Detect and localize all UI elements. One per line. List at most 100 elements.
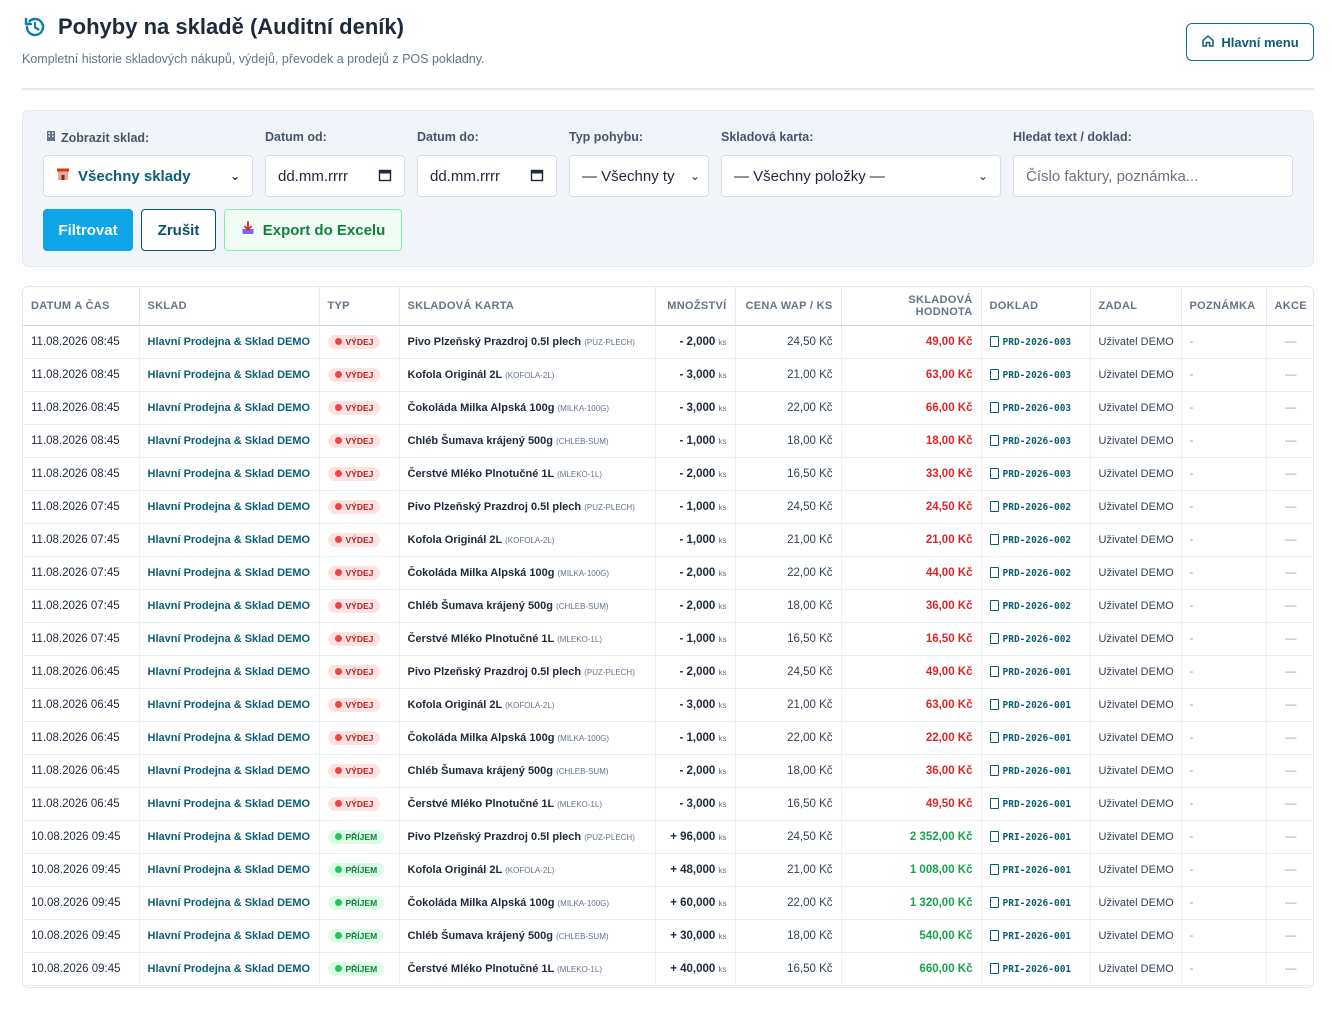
quantity-unit: ks <box>718 502 727 512</box>
item-name: Pivo Plzeňský Prazdroj 0.5l plech <box>407 830 582 843</box>
column-header-type[interactable]: TYP <box>319 287 400 326</box>
row-date: 11.08.2026 07:45 <box>23 556 140 590</box>
row-document-link[interactable]: PRD-2026-003 <box>981 424 1091 458</box>
filter-button[interactable]: Filtrovat <box>43 209 133 251</box>
calendar-icon[interactable] <box>378 168 392 185</box>
column-header-store[interactable]: SKLAD <box>139 287 320 326</box>
row-actions: — <box>1266 523 1313 557</box>
row-document-link[interactable]: PRD-2026-002 <box>981 523 1091 557</box>
row-document-link[interactable]: PRD-2026-002 <box>981 490 1091 524</box>
row-note: - <box>1181 325 1267 359</box>
row-document-link[interactable]: PRD-2026-002 <box>981 622 1091 656</box>
item-name: Čokoláda Milka Alpská 100g <box>407 896 555 909</box>
row-user: Uživatel DEMO <box>1090 457 1182 491</box>
row-store-link[interactable]: Hlavní Prodejna & Sklad DEMO <box>139 754 320 788</box>
row-document-link[interactable]: PRD-2026-003 <box>981 457 1091 491</box>
row-value: 66,00 Kč <box>841 391 982 425</box>
main-menu-button[interactable]: Hlavní menu <box>1186 23 1314 61</box>
quantity-unit: ks <box>718 469 727 479</box>
item-code: (CHLEB-SUM) <box>556 601 609 611</box>
row-store-link[interactable]: Hlavní Prodejna & Sklad DEMO <box>139 358 320 392</box>
row-document-link[interactable]: PRI-2026-001 <box>981 919 1091 953</box>
quantity-unit: ks <box>718 700 727 710</box>
calendar-icon[interactable] <box>530 168 544 185</box>
row-store-link[interactable]: Hlavní Prodejna & Sklad DEMO <box>139 886 320 920</box>
date-from-input[interactable]: dd.mm.rrrr <box>265 155 405 197</box>
table-row: 11.08.2026 08:45 Hlavní Prodejna & Sklad … <box>23 391 1313 425</box>
date-to-input[interactable]: dd.mm.rrrr <box>417 155 557 197</box>
row-document-link[interactable]: PRD-2026-001 <box>981 787 1091 821</box>
row-store-link[interactable]: Hlavní Prodejna & Sklad DEMO <box>139 556 320 590</box>
row-document-link[interactable]: PRD-2026-002 <box>981 556 1091 590</box>
column-header-quantity[interactable]: MNOŽSTVÍ <box>655 287 736 326</box>
row-document-link[interactable]: PRD-2026-003 <box>981 358 1091 392</box>
row-store-link[interactable]: Hlavní Prodejna & Sklad DEMO <box>139 952 320 986</box>
row-document-link[interactable]: PRD-2026-003 <box>981 325 1091 359</box>
row-note: - <box>1181 556 1267 590</box>
row-store-link[interactable]: Hlavní Prodejna & Sklad DEMO <box>139 325 320 359</box>
row-store-link[interactable]: Hlavní Prodejna & Sklad DEMO <box>139 523 320 557</box>
row-store-link[interactable]: Hlavní Prodejna & Sklad DEMO <box>139 721 320 755</box>
row-actions: — <box>1266 655 1313 689</box>
row-user: Uživatel DEMO <box>1090 655 1182 689</box>
row-quantity: - 3,000 ks <box>655 391 736 425</box>
row-store-link[interactable]: Hlavní Prodejna & Sklad DEMO <box>139 622 320 656</box>
row-document-link[interactable]: PRD-2026-003 <box>981 391 1091 425</box>
row-document-link[interactable]: PRD-2026-001 <box>981 721 1091 755</box>
column-header-date[interactable]: DATUM A ČAS <box>23 287 140 326</box>
search-input[interactable]: Číslo faktury, poznámka... <box>1013 155 1293 197</box>
row-date: 11.08.2026 07:45 <box>23 490 140 524</box>
row-document-link[interactable]: PRI-2026-001 <box>981 853 1091 887</box>
table-row: 10.08.2026 09:45 Hlavní Prodejna & Sklad … <box>23 853 1313 887</box>
row-store-link[interactable]: Hlavní Prodejna & Sklad DEMO <box>139 457 320 491</box>
quantity-unit: ks <box>718 568 727 578</box>
column-header-actions: AKCE <box>1266 287 1313 326</box>
item-code: (PUZ-PLECH) <box>584 337 635 347</box>
row-item: Čerstvé Mléko Plnotučné 1L (MLEKO-1L) <box>399 622 656 656</box>
row-document-link[interactable]: PRD-2026-001 <box>981 688 1091 722</box>
row-quantity: - 2,000 ks <box>655 754 736 788</box>
column-header-value[interactable]: SKLADOVÁ HODNOTA <box>841 287 982 326</box>
cancel-button[interactable]: Zrušit <box>141 209 216 251</box>
row-user: Uživatel DEMO <box>1090 952 1182 986</box>
row-quantity: - 1,000 ks <box>655 523 736 557</box>
row-document-link[interactable]: PRI-2026-001 <box>981 820 1091 854</box>
row-quantity: - 2,000 ks <box>655 589 736 623</box>
column-header-document[interactable]: DOKLAD <box>981 287 1091 326</box>
column-header-note[interactable]: POZNÁMKA <box>1181 287 1267 326</box>
quantity-unit: ks <box>718 667 727 677</box>
row-store-link[interactable]: Hlavní Prodejna & Sklad DEMO <box>139 655 320 689</box>
quantity-unit: ks <box>718 832 727 842</box>
row-store-link[interactable]: Hlavní Prodejna & Sklad DEMO <box>139 490 320 524</box>
row-store-link[interactable]: Hlavní Prodejna & Sklad DEMO <box>139 919 320 953</box>
row-item: Čerstvé Mléko Plnotučné 1L (MLEKO-1L) <box>399 457 656 491</box>
row-document-link[interactable]: PRI-2026-001 <box>981 952 1091 986</box>
row-document-link[interactable]: PRI-2026-001 <box>981 886 1091 920</box>
row-price: 21,00 Kč <box>735 853 842 887</box>
row-store-link[interactable]: Hlavní Prodejna & Sklad DEMO <box>139 787 320 821</box>
column-header-user[interactable]: ZADAL <box>1090 287 1182 326</box>
store-select[interactable]: Všechny sklady ⌄ <box>43 155 253 197</box>
card-select[interactable]: — Všechny položky — ⌄ <box>721 155 1001 197</box>
table-row: 11.08.2026 08:45 Hlavní Prodejna & Sklad … <box>23 325 1313 359</box>
row-store-link[interactable]: Hlavní Prodejna & Sklad DEMO <box>139 853 320 887</box>
row-store-link[interactable]: Hlavní Prodejna & Sklad DEMO <box>139 589 320 623</box>
row-document-link[interactable]: PRD-2026-001 <box>981 754 1091 788</box>
quantity-unit: ks <box>718 370 727 380</box>
quantity-unit: ks <box>718 931 727 941</box>
row-note: - <box>1181 688 1267 722</box>
row-store-link[interactable]: Hlavní Prodejna & Sklad DEMO <box>139 688 320 722</box>
column-header-price[interactable]: CENA WAP / KS <box>735 287 842 326</box>
row-actions: — <box>1266 787 1313 821</box>
row-note: - <box>1181 919 1267 953</box>
export-excel-button[interactable]: Export do Excelu <box>224 209 402 251</box>
row-store-link[interactable]: Hlavní Prodejna & Sklad DEMO <box>139 424 320 458</box>
row-store-link[interactable]: Hlavní Prodejna & Sklad DEMO <box>139 391 320 425</box>
row-document-link[interactable]: PRD-2026-002 <box>981 589 1091 623</box>
type-select[interactable]: — Všechny ty ⌄ <box>569 155 709 197</box>
document-icon <box>989 929 999 941</box>
column-header-card[interactable]: SKLADOVÁ KARTA <box>399 287 656 326</box>
row-store-link[interactable]: Hlavní Prodejna & Sklad DEMO <box>139 820 320 854</box>
status-dot-icon <box>334 404 342 411</box>
row-document-link[interactable]: PRD-2026-001 <box>981 655 1091 689</box>
